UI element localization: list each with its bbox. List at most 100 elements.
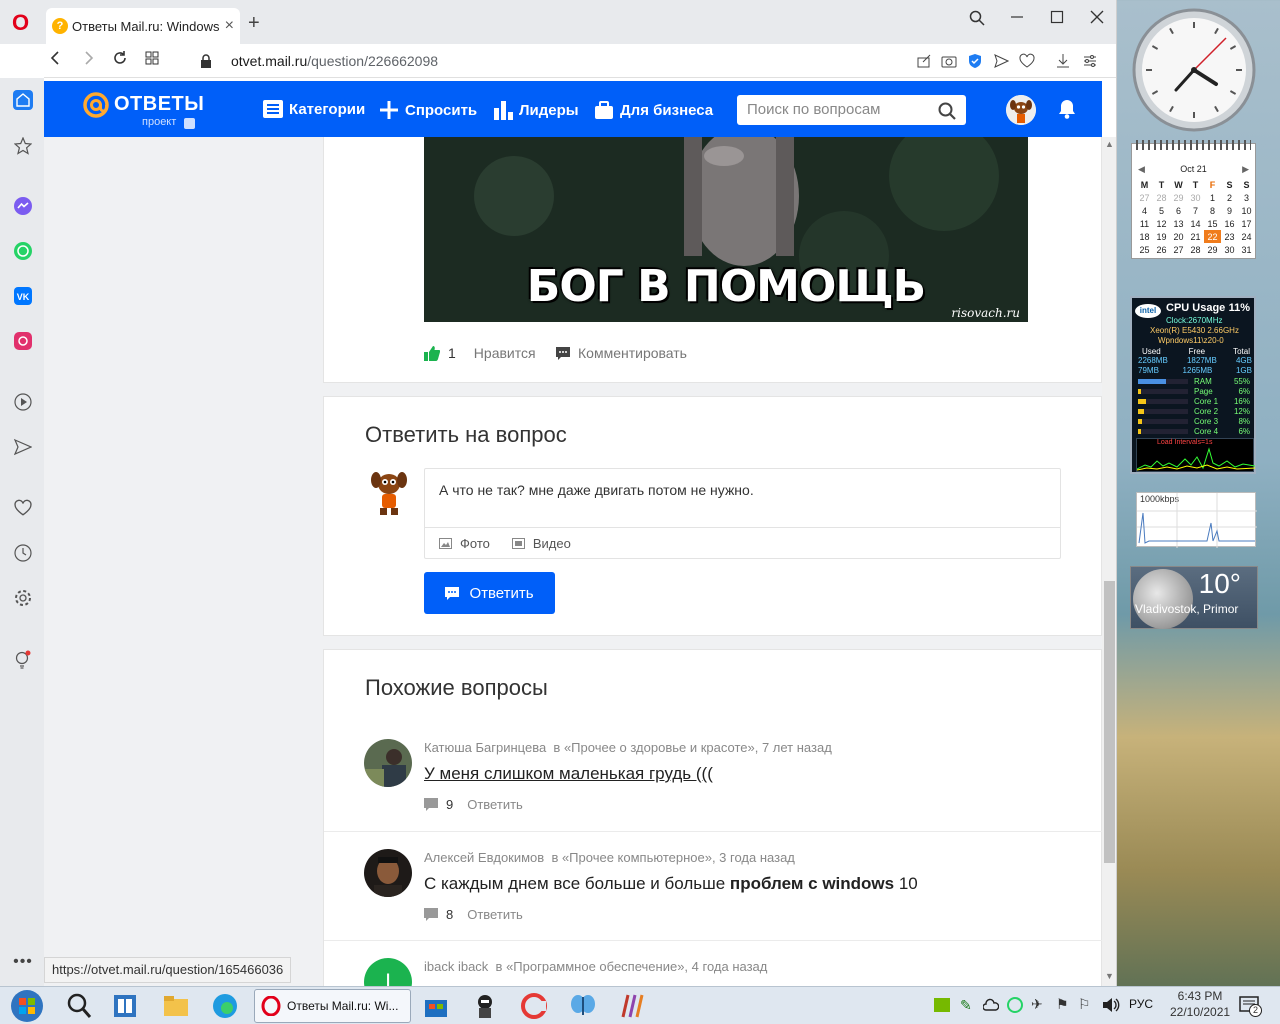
calendar-gadget[interactable]: ◀ Oct 21 ▶ MTWTFSS 27 28 29 30 1 2 3 4 5 6 7 8 9 10 … — [1131, 140, 1256, 259]
nav-categories[interactable]: Категории — [263, 100, 365, 118]
easy-setup-icon[interactable] — [1082, 53, 1098, 69]
taskbar-clock[interactable]: 6:43 PM 22/10/2021 — [1170, 988, 1230, 1020]
reload-button[interactable] — [112, 50, 144, 66]
start-button[interactable] — [10, 989, 44, 1023]
edge-icon[interactable] — [210, 991, 240, 1021]
avatar[interactable] — [364, 739, 412, 787]
author-name[interactable]: iback iback — [424, 959, 488, 974]
search-input[interactable]: Поиск по вопросам — [737, 95, 966, 125]
question-link[interactable]: У меня слишком маленькая грудь ((( — [424, 764, 713, 784]
network-meter-gadget[interactable]: 1000kbps — [1136, 492, 1257, 548]
video-icon[interactable] — [511, 537, 525, 549]
comment-button[interactable]: Комментировать — [556, 345, 687, 361]
notifications-bell-icon[interactable] — [1058, 99, 1076, 119]
like-button[interactable]: 1 Нравится — [424, 345, 536, 361]
lock-icon[interactable] — [200, 53, 212, 69]
photo-button[interactable]: Фото — [460, 536, 490, 551]
ccleaner-icon[interactable] — [519, 991, 549, 1021]
tray-app3-icon[interactable]: ⚑ — [1056, 996, 1069, 1013]
clock-gadget[interactable] — [1130, 8, 1258, 132]
reply-link[interactable]: Ответить — [467, 797, 523, 812]
nav-business[interactable]: Для бизнеса — [594, 100, 713, 120]
onedrive-icon[interactable] — [983, 998, 999, 1012]
tray-app4-icon[interactable]: ⚐ — [1078, 996, 1091, 1013]
author-name[interactable]: Алексей Евдокимов — [424, 850, 544, 865]
speed-dial-icon[interactable] — [144, 50, 176, 66]
butterfly-app-icon[interactable] — [568, 991, 598, 1021]
nvidia-icon[interactable] — [934, 998, 950, 1012]
ninja-app-icon[interactable] — [470, 991, 500, 1021]
cpu-meter-gadget[interactable]: intel CPU Usage 11% Clock:2670MHz Xeon(R… — [1130, 296, 1256, 474]
more-icon[interactable]: ••• — [13, 952, 33, 972]
nav-leaders[interactable]: Лидеры — [493, 100, 579, 120]
url-field[interactable]: otvet.mail.ru/question/226662098 — [231, 53, 438, 69]
scroll-down-icon[interactable]: ▼ — [1105, 971, 1114, 981]
scroll-up-icon[interactable]: ▲ — [1105, 139, 1114, 149]
taskbar-opera-window[interactable]: Ответы Mail.ru: Wi... — [254, 989, 411, 1023]
whatsapp-tray-icon[interactable] — [1007, 997, 1023, 1013]
vpn-shield-icon[interactable] — [967, 53, 983, 69]
file-explorer-icon[interactable] — [161, 991, 191, 1021]
minimize-button[interactable] — [1010, 10, 1024, 24]
question-meta[interactable]: в «Прочее компьютерное», 3 года назад — [551, 850, 794, 865]
next-month-icon[interactable]: ▶ — [1242, 164, 1249, 175]
author-name[interactable]: Катюша Багринцева — [424, 740, 546, 755]
close-window-button[interactable] — [1090, 10, 1104, 24]
new-tab-button[interactable]: + — [248, 12, 260, 35]
cpu-bar-value: 6% — [1238, 427, 1250, 436]
weather-gadget[interactable]: 10° Vladivostok, Primor — [1130, 566, 1258, 629]
speaker-icon[interactable] — [1102, 997, 1120, 1013]
video-button[interactable]: Видео — [533, 536, 571, 551]
reply-link[interactable]: Ответить — [467, 907, 523, 922]
vk-icon[interactable]: VK — [13, 286, 33, 306]
download-icon[interactable] — [1055, 53, 1071, 69]
calendar-today: 22 — [1204, 230, 1221, 243]
nav-ask[interactable]: Спросить — [379, 100, 477, 120]
tray-app-icon[interactable]: ✎ — [960, 997, 976, 1013]
send-icon[interactable] — [993, 53, 1009, 69]
reply-textarea[interactable]: А что не так? мне даже двигать потом не … — [424, 468, 1061, 559]
winrar-icon[interactable] — [617, 991, 647, 1021]
share-icon[interactable] — [916, 53, 932, 69]
snapshot-icon[interactable] — [941, 53, 957, 69]
heart-icon[interactable] — [1019, 53, 1035, 69]
back-button[interactable] — [48, 50, 80, 66]
close-tab-icon[interactable]: × — [225, 17, 234, 35]
messenger-icon[interactable] — [13, 196, 33, 216]
browser-tab[interactable]: ? Ответы Mail.ru: Windows 1 × — [46, 8, 240, 44]
photo-icon[interactable] — [439, 537, 452, 549]
user-avatar[interactable] — [1006, 95, 1036, 125]
question-meta[interactable]: в «Прочее о здоровье и красоте», 7 лет н… — [553, 740, 831, 755]
question-link[interactable]: С каждым днем все больше и больше пробле… — [424, 874, 918, 894]
forward-button[interactable] — [80, 50, 112, 66]
instagram-icon[interactable] — [13, 331, 33, 351]
maximize-button[interactable] — [1050, 10, 1064, 24]
player-icon[interactable] — [13, 392, 33, 412]
flow-send-icon[interactable] — [13, 437, 33, 457]
question-meta[interactable]: в «Программное обеспечение», 4 года наза… — [496, 959, 768, 974]
store-icon[interactable] — [421, 991, 451, 1021]
search-icon[interactable] — [64, 991, 94, 1021]
opera-menu-icon[interactable]: O — [12, 10, 29, 36]
home-icon[interactable] — [13, 90, 33, 110]
bookmarks-star-icon[interactable] — [13, 136, 33, 156]
tips-bulb-icon[interactable] — [13, 650, 33, 670]
avatar[interactable]: I — [364, 958, 412, 986]
whatsapp-icon[interactable] — [13, 241, 33, 261]
language-indicator[interactable]: РУС — [1129, 997, 1153, 1011]
answer-gif-image[interactable]: БОГ В ПОМОЩЬ risovach.ru — [424, 137, 1028, 322]
settings-gear-icon[interactable] — [13, 588, 33, 608]
tray-app2-icon[interactable]: ✈ — [1031, 996, 1043, 1013]
search-icon[interactable] — [938, 102, 956, 120]
task-view-icon[interactable] — [110, 991, 140, 1021]
otvety-logo[interactable]: ОТВЕТЫ проект — [82, 91, 204, 131]
notifications-icon[interactable]: 2 — [1238, 994, 1262, 1018]
history-clock-icon[interactable] — [13, 543, 33, 563]
pinboard-heart-icon[interactable] — [13, 498, 33, 518]
search-tabs-icon[interactable] — [969, 10, 985, 26]
submit-reply-button[interactable]: Ответить — [424, 572, 555, 614]
avatar[interactable] — [364, 849, 412, 897]
scrollbar-thumb[interactable] — [1104, 581, 1115, 863]
gif-watermark: risovach.ru — [951, 306, 1020, 320]
scrollbar[interactable]: ▲ ▼ — [1102, 137, 1116, 986]
